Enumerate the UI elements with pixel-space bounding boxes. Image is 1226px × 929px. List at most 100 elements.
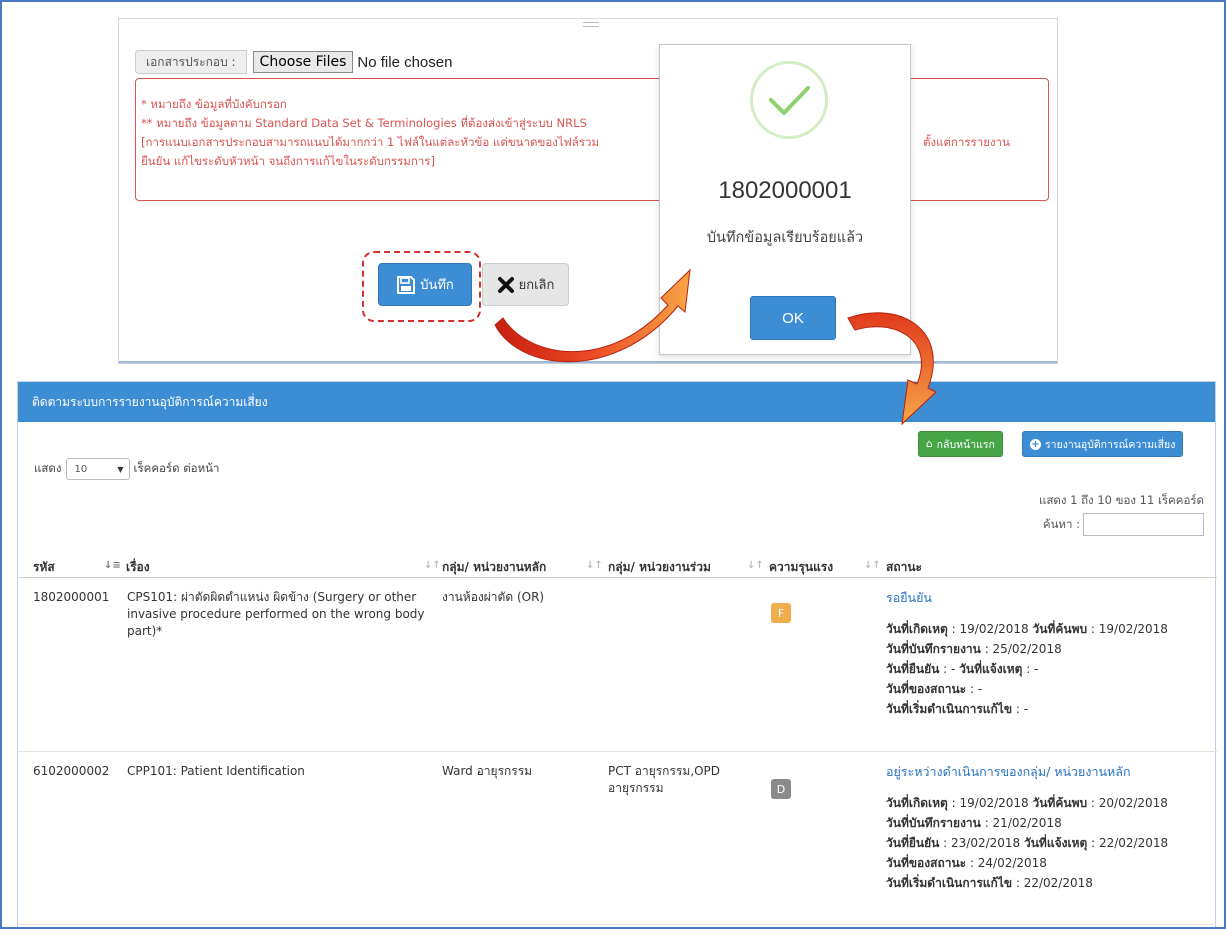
attachment-label: เอกสารประกอบ : xyxy=(135,50,247,74)
success-dialog: 1802000001 บันทึกข้อมูลเรียบร้อยแล้ว OK xyxy=(659,44,911,355)
save-button-label: บันทึก xyxy=(420,278,454,293)
alert-line: ** หมายถึง ข้อมูลตาม Standard Data Set &… xyxy=(141,116,587,130)
attachment-form-panel: เอกสารประกอบ : Choose Files No file chos… xyxy=(118,18,1058,364)
detail-value: : 19/02/2018 xyxy=(1087,622,1168,636)
column-header-main-unit[interactable]: กลุ่ม/ หน่วยงานหลัก xyxy=(442,556,546,578)
detail-label: วันที่เกิดเหตุ xyxy=(886,622,948,636)
fix-start-date: วันที่เริ่มดำเนินการแก้ไข : 22/02/2018 xyxy=(886,873,1216,893)
cancel-button[interactable]: ยกเลิก xyxy=(482,263,569,306)
row-co-unit: PCT อายุรกรรม,OPD อายุรกรรม xyxy=(608,764,720,795)
status-link[interactable]: รอยืนยัน xyxy=(886,589,1216,606)
table-header: รหัส ↓≡ เรื่อง ↓↑ กลุ่ม/ หน่วยงานหลัก ↓↑… xyxy=(18,556,1217,578)
row-id: 6102000002 xyxy=(33,764,110,778)
detail-label: วันที่ค้นพบ xyxy=(1032,622,1088,636)
resize-grip[interactable] xyxy=(583,22,599,27)
detail-label: วันที่บันทึกรายงาน xyxy=(886,642,981,656)
row-main-unit: Ward อายุรกรรม xyxy=(442,764,533,778)
choose-files-button[interactable]: Choose Files xyxy=(252,51,354,73)
severity-badge: F xyxy=(771,603,791,623)
home-icon: ⌂ xyxy=(926,438,933,450)
search-label: ค้นหา : xyxy=(1042,516,1080,531)
occur-found-dates: วันที่เกิดเหตุ : 19/02/2018 วันที่ค้นพบ … xyxy=(886,619,1216,639)
occur-found-dates: วันที่เกิดเหตุ : 19/02/2018 วันที่ค้นพบ … xyxy=(886,793,1216,813)
success-icon xyxy=(750,61,828,139)
fix-start-date: วันที่เริ่มดำเนินการแก้ไข : - xyxy=(886,699,1216,719)
search-input[interactable] xyxy=(1083,513,1204,536)
report-incident-button[interactable]: + รายงานอุบัติการณ์ความเสี่ยง xyxy=(1022,431,1184,457)
column-header-subject[interactable]: เรื่อง xyxy=(126,556,150,578)
column-header-severity[interactable]: ความรุนแรง xyxy=(769,556,833,578)
success-message: บันทึกข้อมูลเรียบร้อยแล้ว xyxy=(706,230,864,246)
detail-label: วันที่แจ้งเหตุ xyxy=(959,662,1023,676)
recorded-date: วันที่บันทึกรายงาน : 21/02/2018 xyxy=(886,813,1216,833)
page-size-value: 10 xyxy=(74,463,88,475)
no-file-chosen-text: No file chosen xyxy=(357,53,453,71)
detail-value: : 19/02/2018 xyxy=(947,622,1033,636)
alert-line: ยืนยัน แก้ไขระดับหัวหน้า จนถึงการแก้ไขใน… xyxy=(141,154,435,168)
chevron-down-icon: ▼ xyxy=(117,464,124,474)
sort-icon[interactable]: ↓↑ xyxy=(424,560,441,571)
confirm-notify-dates: วันที่ยืนยัน : 23/02/2018 วันที่แจ้งเหตุ… xyxy=(886,833,1216,853)
detail-label: วันที่เริ่มดำเนินการแก้ไข xyxy=(886,876,1013,890)
alert-line: [การแนบเอกสารประกอบสามารถแนบได้มากกว่า 1… xyxy=(141,133,1048,152)
status-date: วันที่ของสถานะ : 24/02/2018 xyxy=(886,853,1216,873)
alert-tail-text: ตั้งแต่การรายงาน xyxy=(923,135,1010,149)
detail-label: วันที่ของสถานะ xyxy=(886,682,967,696)
panel-title: ติดตามระบบการรายงานอุบัติการณ์ความเสี่ยง xyxy=(18,382,1215,422)
show-label: แสดง xyxy=(34,461,62,475)
severity-badge: D xyxy=(771,779,791,799)
detail-label: วันที่ยืนยัน xyxy=(886,836,940,850)
detail-value: : 20/02/2018 xyxy=(1087,796,1168,810)
column-header-co-unit[interactable]: กลุ่ม/ หน่วยงานร่วม xyxy=(608,556,711,578)
detail-label: วันที่ค้นพบ xyxy=(1032,796,1088,810)
row-subject: CPS101: ผ่าตัดผิดตำแหน่ง ผิดข้าง (Surger… xyxy=(127,590,425,638)
detail-label: วันที่ของสถานะ xyxy=(886,856,967,870)
row-id: 1802000001 xyxy=(33,590,110,604)
per-page-label: เร็คคอร์ด ต่อหน้า xyxy=(133,461,220,475)
detail-value: : 22/02/2018 xyxy=(1012,876,1093,890)
alert-line-text: [การแนบเอกสารประกอบสามารถแนบได้มากกว่า 1… xyxy=(141,135,600,149)
detail-label: วันที่เริ่มดำเนินการแก้ไข xyxy=(886,702,1013,716)
column-header-id[interactable]: รหัส xyxy=(33,556,55,578)
row-subject: CPP101: Patient Identification xyxy=(127,764,305,778)
detail-label: วันที่เกิดเหตุ xyxy=(886,796,948,810)
page-size-select[interactable]: 10 ▼ xyxy=(65,458,130,480)
detail-value: : - xyxy=(1022,662,1039,676)
detail-value: : 19/02/2018 xyxy=(947,796,1033,810)
column-header-status[interactable]: สถานะ xyxy=(886,556,922,578)
sort-icon[interactable]: ↓↑ xyxy=(586,560,603,571)
required-fields-alert: * หมายถึง ข้อมูลที่บังคับกรอก ** หมายถึง… xyxy=(135,78,1049,201)
detail-label: วันที่แจ้งเหตุ xyxy=(1023,836,1088,850)
row-status-cell: รอยืนยัน วันที่เกิดเหตุ : 19/02/2018 วัน… xyxy=(886,589,1216,719)
home-button-label: กลับหน้าแรก xyxy=(936,438,995,451)
detail-value: : - xyxy=(966,682,983,696)
detail-value: : 24/02/2018 xyxy=(966,856,1047,870)
status-link[interactable]: อยู่ระหว่างดำเนินการของกลุ่ม/ หน่วยงานหล… xyxy=(886,763,1216,780)
report-number: 1802000001 xyxy=(718,177,852,204)
detail-label: วันที่บันทึกรายงาน xyxy=(886,816,981,830)
file-upload-row: เอกสารประกอบ : Choose Files No file chos… xyxy=(135,50,452,74)
home-button[interactable]: ⌂ กลับหน้าแรก xyxy=(918,431,1003,457)
row-main-unit: งานห้องผ่าตัด (OR) xyxy=(442,590,545,604)
confirm-notify-dates: วันที่ยืนยัน : - วันที่แจ้งเหตุ : - xyxy=(886,659,1216,679)
close-icon xyxy=(497,276,514,293)
detail-value: : 23/02/2018 xyxy=(939,836,1024,850)
recorded-date: วันที่บันทึกรายงาน : 25/02/2018 xyxy=(886,639,1216,659)
row-status-cell: อยู่ระหว่างดำเนินการของกลุ่ม/ หน่วยงานหล… xyxy=(886,763,1216,893)
ok-button[interactable]: OK xyxy=(750,296,836,340)
plus-circle-icon: + xyxy=(1030,438,1041,450)
report-button-label: รายงานอุบัติการณ์ความเสี่ยง xyxy=(1045,438,1176,451)
table-row[interactable]: 1802000001 CPS101: ผ่าตัดผิดตำแหน่ง ผิดข… xyxy=(18,579,1217,752)
sort-icon[interactable]: ↓↑ xyxy=(747,560,764,571)
incident-tracking-panel: ติดตามระบบการรายงานอุบัติการณ์ความเสี่ยง… xyxy=(17,381,1217,929)
sort-asc-icon[interactable]: ↓≡ xyxy=(104,560,121,571)
detail-value: : 22/02/2018 xyxy=(1087,836,1169,850)
status-date: วันที่ของสถานะ : - xyxy=(886,679,1216,699)
sort-icon[interactable]: ↓↑ xyxy=(864,560,881,571)
page-length-control: แสดง 10 ▼ เร็คคอร์ด ต่อหน้า xyxy=(34,458,220,480)
detail-value: : 21/02/2018 xyxy=(980,816,1062,830)
panel-bottom-rule xyxy=(119,361,1057,363)
records-info: แสดง 1 ถึง 10 ของ 11 เร็คคอร์ด xyxy=(1038,493,1204,507)
save-button[interactable]: บันทึก xyxy=(378,263,472,306)
table-row[interactable]: 6102000002 CPP101: Patient Identificatio… xyxy=(18,753,1217,925)
